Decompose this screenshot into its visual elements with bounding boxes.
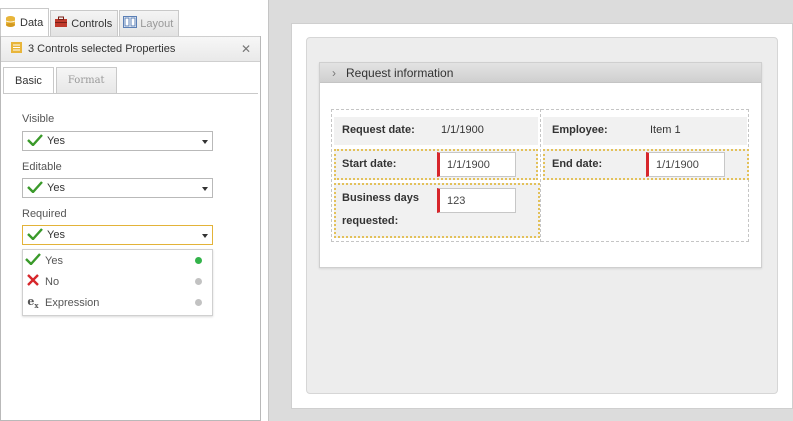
properties-list-icon	[11, 42, 22, 56]
toolbox-icon	[54, 16, 68, 31]
layout-icon	[123, 16, 138, 31]
option-no[interactable]: No	[23, 271, 212, 292]
section-title: Request information	[346, 65, 454, 80]
panel-header: 3 Controls selected Properties ✕	[1, 36, 260, 62]
editable-value: Yes	[47, 182, 65, 194]
tab-divider	[3, 93, 258, 94]
tab-format[interactable]: Format	[55, 67, 117, 93]
start-date-field-value: 1/1/1900	[447, 158, 490, 171]
status-dot-icon	[195, 299, 202, 306]
request-date-label: Request date:	[342, 124, 415, 136]
top-tab-bar: Data Controls Layout	[0, 8, 262, 36]
end-date-label: End date:	[552, 158, 603, 170]
tab-data[interactable]: Data	[0, 8, 50, 36]
panel-title: 3 Controls selected Properties	[28, 43, 176, 55]
grid-column-divider	[540, 109, 541, 242]
editable-label: Editable	[22, 161, 62, 173]
chevron-down-icon	[202, 234, 208, 238]
chevron-down-icon	[202, 140, 208, 144]
chevron-right-icon[interactable]: ›	[332, 66, 336, 80]
property-tabs: Basic Format	[3, 67, 117, 93]
business-days-field[interactable]: 123	[437, 188, 516, 213]
visible-label: Visible	[22, 113, 55, 125]
option-no-label: No	[45, 275, 60, 288]
check-icon	[25, 253, 41, 268]
close-icon[interactable]: ✕	[241, 42, 251, 56]
status-dot-icon	[195, 257, 202, 264]
option-yes[interactable]: Yes	[23, 250, 212, 271]
check-icon	[27, 180, 43, 196]
start-date-label: Start date:	[342, 158, 397, 170]
editable-select[interactable]: Yes	[22, 178, 213, 198]
check-icon	[27, 227, 43, 243]
tab-controls[interactable]: Controls	[50, 10, 119, 36]
tab-controls-label: Controls	[71, 17, 113, 30]
request-date-value: 1/1/1900	[441, 124, 484, 136]
employee-label: Employee:	[552, 124, 608, 136]
business-days-field-value: 123	[447, 194, 466, 207]
database-icon	[4, 15, 17, 31]
required-select[interactable]: Yes	[22, 225, 213, 245]
tab-data-label: Data	[20, 16, 44, 29]
visible-select[interactable]: Yes	[22, 131, 213, 151]
required-dropdown-list: Yes No ex Expression	[22, 249, 213, 316]
chevron-down-icon	[202, 187, 208, 191]
required-value: Yes	[47, 229, 65, 241]
tab-layout[interactable]: Layout	[119, 10, 180, 36]
business-days-label-line1: Business days	[342, 192, 420, 204]
status-dot-icon	[195, 278, 202, 285]
option-yes-label: Yes	[45, 254, 63, 267]
end-date-field-value: 1/1/1900	[656, 158, 699, 171]
tab-basic[interactable]: Basic	[3, 67, 54, 93]
visible-value: Yes	[47, 135, 65, 147]
option-expression[interactable]: ex Expression	[23, 292, 212, 313]
start-date-field[interactable]: 1/1/1900	[437, 152, 516, 177]
x-icon	[25, 274, 41, 289]
required-label: Required	[22, 208, 67, 220]
section-header[interactable]: › Request information	[320, 63, 761, 83]
option-expression-label: Expression	[45, 296, 100, 309]
employee-value: Item 1	[650, 124, 681, 136]
check-icon	[27, 133, 43, 149]
business-days-label-line2: requested:	[342, 215, 399, 227]
expression-icon: ex	[27, 294, 39, 311]
end-date-field[interactable]: 1/1/1900	[646, 152, 725, 177]
tab-layout-label: Layout	[140, 17, 174, 30]
